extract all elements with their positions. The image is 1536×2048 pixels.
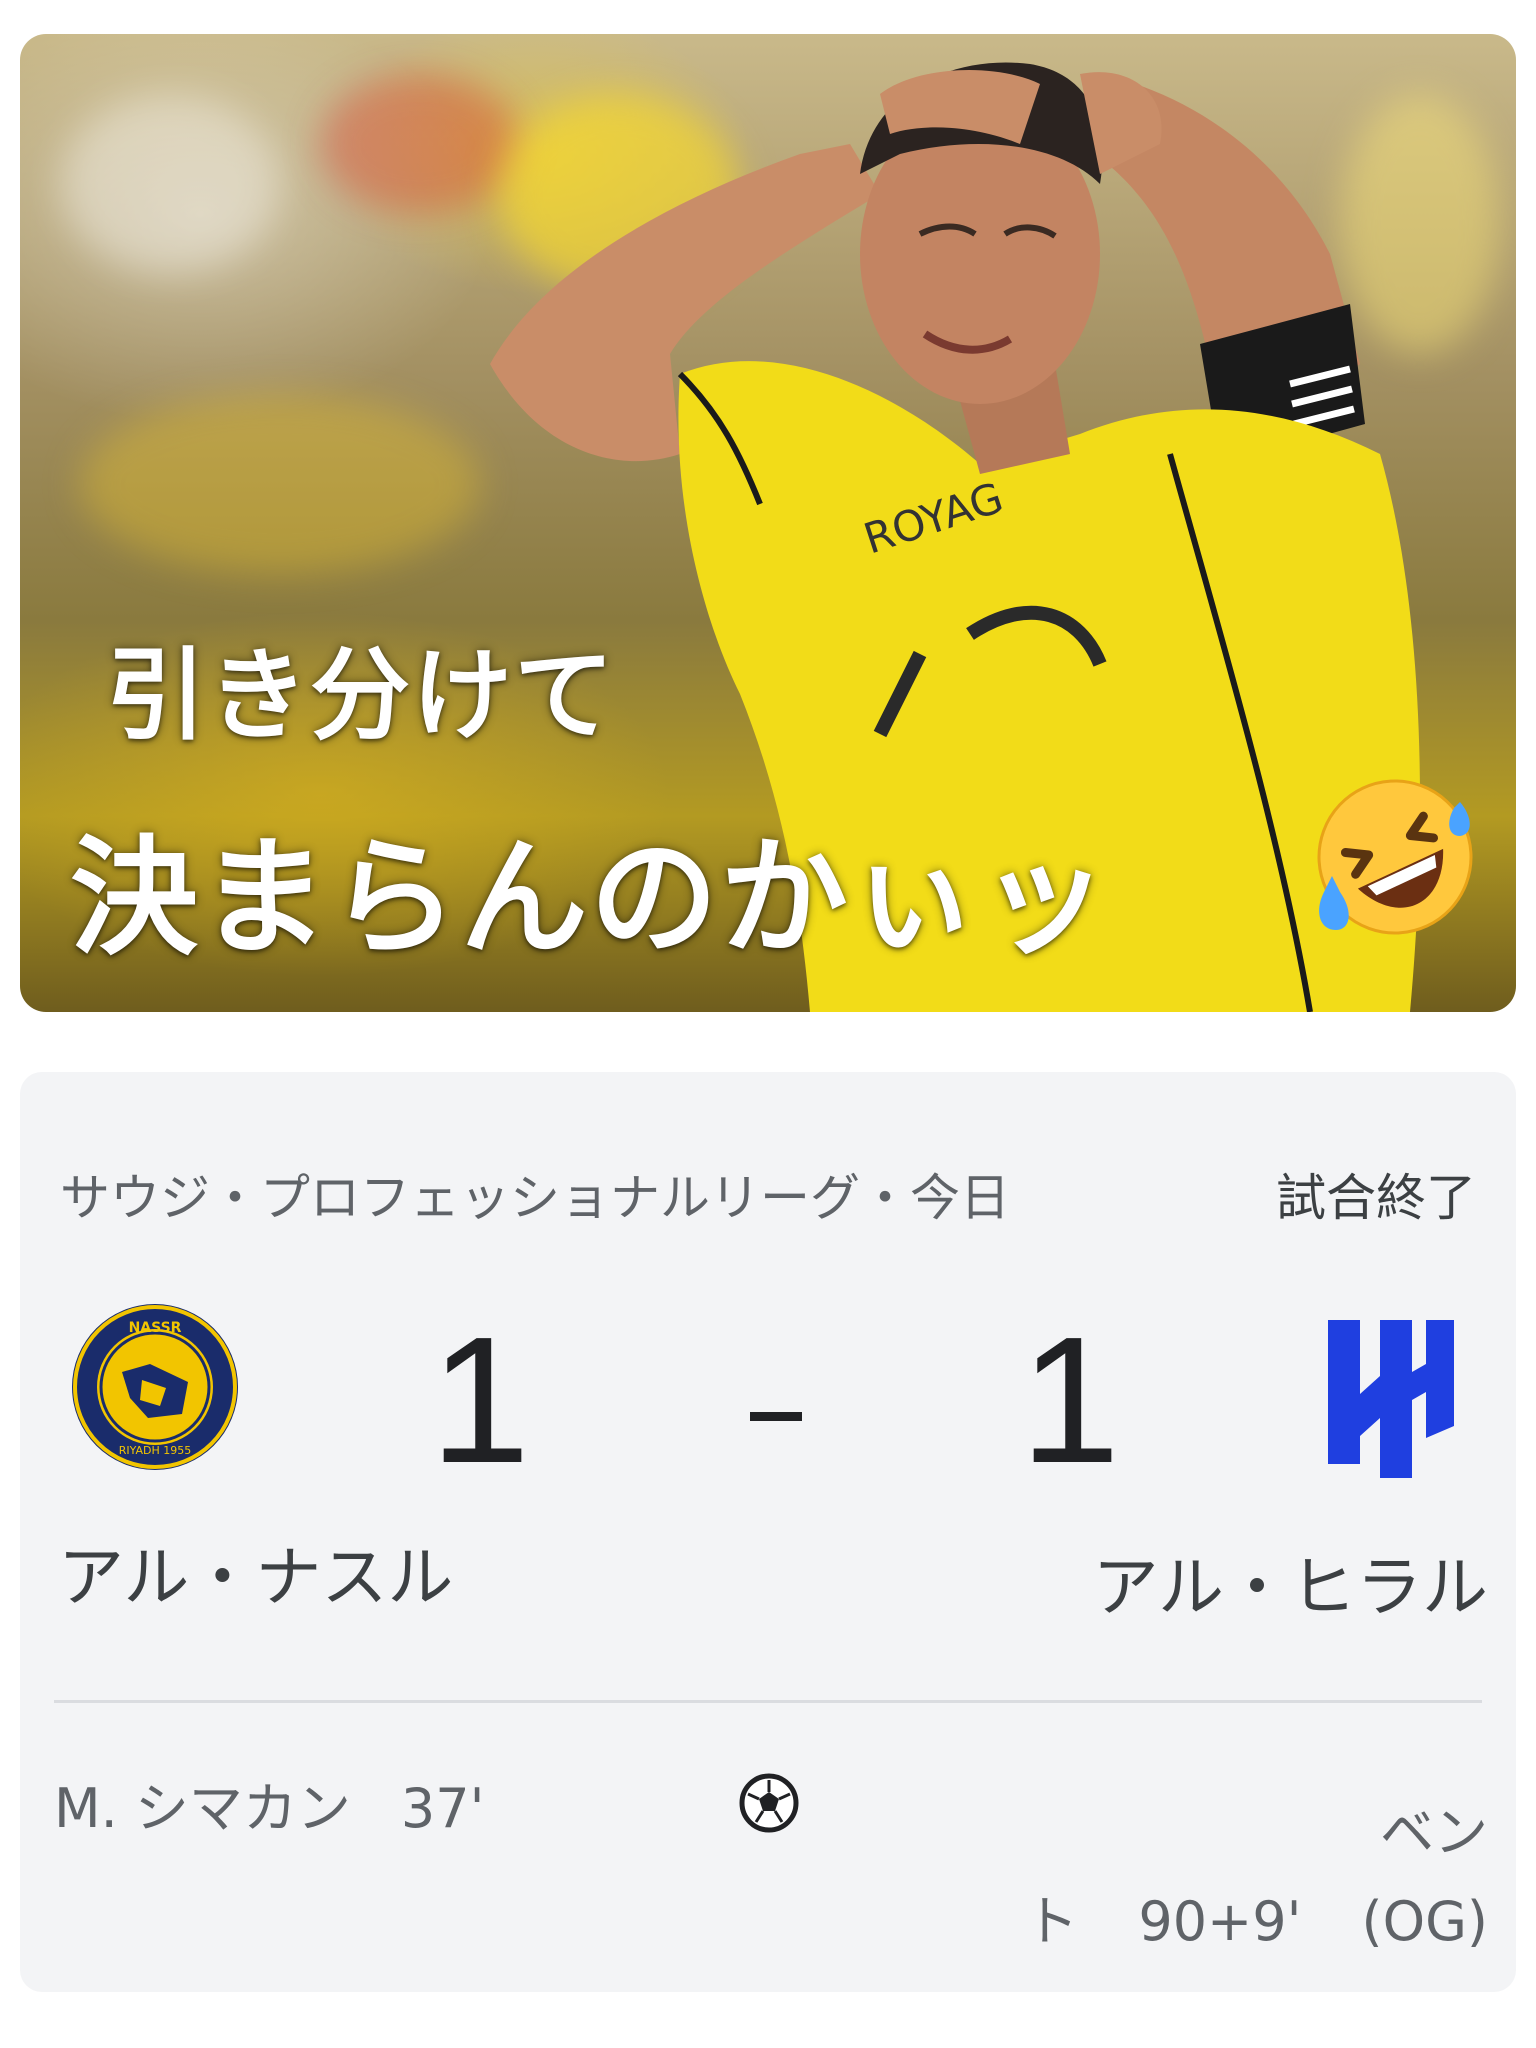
section-divider xyxy=(54,1700,1482,1703)
home-score: 1 xyxy=(430,1300,531,1501)
away-goal-event: ベン ト 90+9' (OG) xyxy=(928,1788,1488,1956)
home-team-name[interactable]: アル・ナスル xyxy=(58,1524,453,1620)
al-nassr-crest-icon[interactable]: NASSR RIYADH 1955 xyxy=(70,1302,240,1472)
score-separator xyxy=(750,1412,802,1421)
home-goal-minute: 37' xyxy=(400,1777,485,1840)
away-team-name[interactable]: アル・ヒラル xyxy=(1093,1534,1488,1630)
hero-photo-card[interactable]: ROYAG 引き分けて 決まらんのかぃッ xyxy=(20,34,1516,1012)
away-goal-details: ト 90+9' (OG) xyxy=(928,1877,1488,1956)
match-score-card[interactable]: サウジ・プロフェッショナルリーグ・今日 試合終了 NASSR RIYADH 19… xyxy=(20,1072,1516,1992)
away-goal-minute: 90+9' xyxy=(1138,1890,1302,1953)
overlay-caption-line1: 引き分けて xyxy=(106,637,616,754)
svg-text:NASSR: NASSR xyxy=(129,1320,182,1336)
away-scorer-name-part1: ベン xyxy=(1380,1801,1488,1864)
soccer-ball-icon xyxy=(739,1773,799,1833)
league-header: サウジ・プロフェッショナルリーグ・今日 試合終了 xyxy=(60,1158,1476,1230)
league-name: サウジ・プロフェッショナルリーグ・今日 xyxy=(60,1169,1010,1227)
rofl-emoji-icon xyxy=(1317,779,1473,935)
away-score: 1 xyxy=(1020,1300,1121,1501)
al-hilal-crest-icon[interactable] xyxy=(1320,1314,1460,1484)
overlay-caption-line2: 決まらんのかぃッ xyxy=(70,824,1111,973)
svg-text:RIYADH 1955: RIYADH 1955 xyxy=(119,1444,192,1457)
away-scorer-name-part2: ト xyxy=(1024,1890,1079,1953)
home-goal-event: M. シマカン 37' xyxy=(54,1764,484,1843)
match-status: 試合終了 xyxy=(1276,1169,1476,1227)
home-scorer-name: M. シマカン xyxy=(54,1777,351,1840)
own-goal-note: (OG) xyxy=(1361,1890,1488,1953)
